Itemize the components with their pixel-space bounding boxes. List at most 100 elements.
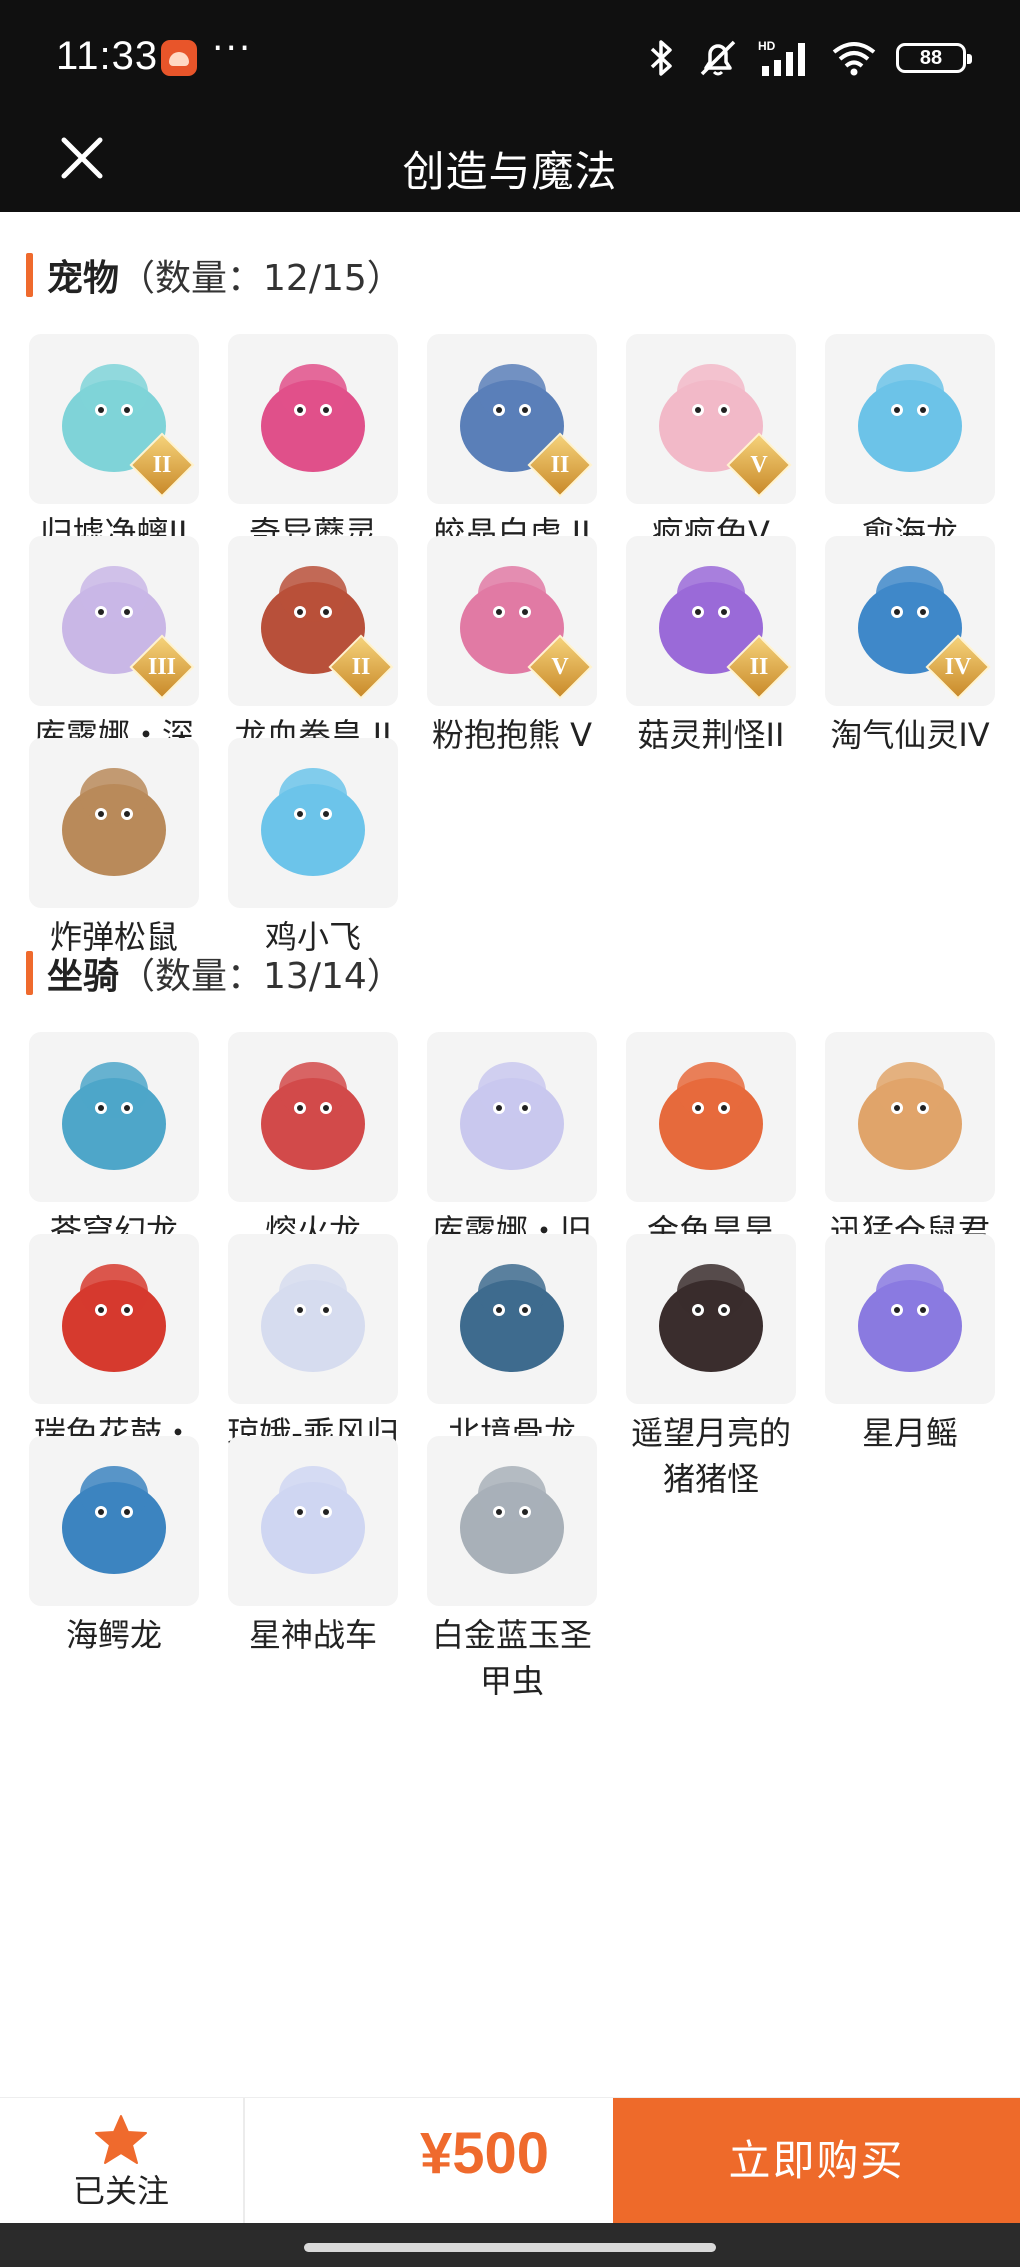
section-accent-bar [26, 253, 33, 297]
grid-item[interactable]: 星神战车 [225, 1436, 401, 1658]
buy-now-button[interactable]: 立即购买 [613, 2098, 1020, 2224]
item-name: 星月鳐 [861, 1414, 958, 1452]
section-header: 坐骑 （数量：13/14） [26, 948, 403, 998]
section-accent-bar [26, 951, 33, 995]
wifi-icon [832, 42, 876, 76]
grid-item[interactable]: 遥望月亮的猪猪怪 [623, 1234, 799, 1502]
status-more-icon: ··· [212, 28, 253, 69]
rank-badge-label: V [750, 452, 768, 478]
rank-badge-label: II [152, 452, 172, 478]
bottom-action-bar: 已关注 ¥500 立即购买 [0, 2097, 1020, 2224]
grid-item[interactable]: V 粉抱抱熊 V [424, 536, 600, 758]
content-scroll-area[interactable]: 宠物 （数量：12/15） II 归墟净螭II 奇异蘑灵 II 皎晶白虎 II V 疯疯兔V 愈海… [0, 212, 1020, 2097]
status-icons: HD 88 [644, 34, 972, 82]
follow-label: 已关注 [72, 2172, 169, 2210]
grid-item[interactable]: 北境骨龙 [424, 1234, 600, 1456]
bottom-divider [243, 2098, 245, 2224]
title-bar: 创造与魔法 [0, 116, 1020, 212]
rank-badge-label: II [550, 452, 570, 478]
item-name: 粉抱抱熊 V [431, 716, 593, 754]
price: ¥500 [420, 2121, 550, 2186]
grid-item[interactable]: II 龙血拳皇 II [225, 536, 401, 758]
grid-item[interactable]: 琼娥-乘风归 [225, 1234, 401, 1456]
grid-item[interactable]: II 皎晶白虎 II [424, 334, 600, 556]
item-thumbnail [626, 1234, 796, 1404]
section-title: 宠物 [47, 258, 120, 299]
item-thumbnail [427, 1032, 597, 1202]
grid-item[interactable]: II 归墟净螭II [26, 334, 202, 556]
item-thumbnail [427, 1436, 597, 1606]
item-thumbnail [228, 1436, 398, 1606]
section-header: 宠物 （数量：12/15） [26, 250, 403, 300]
rank-badge-label: II [351, 654, 371, 680]
creature-image [261, 768, 365, 876]
item-thumbnail [825, 1032, 995, 1202]
item-thumbnail [825, 1234, 995, 1404]
item-thumbnail [825, 334, 995, 504]
item-thumbnail [29, 1436, 199, 1606]
hd-signal-icon: HD [758, 39, 805, 76]
item-thumbnail: II [29, 334, 199, 504]
status-bar: 11:33 ··· HD 88 [0, 0, 1020, 116]
creature-image [858, 1264, 962, 1372]
grid-item[interactable]: II 菇灵荆怪II [623, 536, 799, 758]
creature-image [858, 364, 962, 472]
navigation-bar [0, 2223, 1020, 2267]
creature-image [659, 1264, 763, 1372]
section-count: （数量：13/14） [119, 956, 403, 997]
grid-item[interactable]: V 疯疯兔V [623, 334, 799, 556]
creature-image [62, 1466, 166, 1574]
grid-item[interactable]: 炸弹松鼠 [26, 738, 202, 960]
rank-badge-label: IV [944, 654, 972, 680]
item-thumbnail: III [29, 536, 199, 706]
item-thumbnail: V [626, 334, 796, 504]
creature-image [460, 1264, 564, 1372]
creature-image [261, 1466, 365, 1574]
grid-item[interactable]: 金鱼昊昊 [623, 1032, 799, 1254]
grid-item[interactable]: IV 淘气仙灵IV [822, 536, 998, 758]
creature-image [460, 1062, 564, 1170]
section-count: （数量：12/15） [119, 258, 403, 299]
creature-image [261, 364, 365, 472]
item-name: 遥望月亮的猪猪怪 [630, 1414, 791, 1498]
home-indicator[interactable] [304, 2243, 716, 2252]
svg-text:HD: HD [758, 39, 776, 53]
grid-item[interactable]: 苍穹幻龙 [26, 1032, 202, 1254]
grid-item[interactable]: 白金蓝玉圣甲虫 [424, 1436, 600, 1704]
grid-item[interactable]: 奇异蘑灵 [225, 334, 401, 556]
creature-image [659, 1062, 763, 1170]
creature-image [62, 1264, 166, 1372]
creature-image [62, 1062, 166, 1170]
creature-image [460, 1466, 564, 1574]
item-name: 星神战车 [248, 1616, 377, 1654]
item-thumbnail [228, 1234, 398, 1404]
grid-item[interactable]: 愈海龙 [822, 334, 998, 556]
battery-icon: 88 [896, 43, 972, 73]
grid-item[interactable]: 迅猛仓鼠君 [822, 1032, 998, 1254]
item-thumbnail: II [427, 334, 597, 504]
rank-badge-label: V [551, 654, 569, 680]
follow-button[interactable]: 已关注 [0, 2098, 242, 2224]
item-name: 海鳄龙 [65, 1616, 162, 1654]
item-thumbnail [427, 1234, 597, 1404]
mute-icon [700, 40, 736, 76]
item-name: 白金蓝玉圣甲虫 [431, 1616, 592, 1700]
status-time: 11:33 [56, 34, 159, 78]
page-title: 创造与魔法 [402, 147, 618, 196]
grid-item[interactable]: 鸡小飞 [225, 738, 401, 960]
creature-image [261, 1062, 365, 1170]
item-thumbnail: II [626, 536, 796, 706]
app-notification-icon [161, 40, 197, 76]
item-name: 菇灵荆怪II [637, 716, 785, 754]
grid-item[interactable]: 熔火龙 [225, 1032, 401, 1254]
item-thumbnail [29, 1234, 199, 1404]
grid-item[interactable]: 星月鳐 [822, 1234, 998, 1456]
item-thumbnail [228, 1032, 398, 1202]
item-thumbnail [228, 738, 398, 908]
item-thumbnail: II [228, 536, 398, 706]
creature-image [62, 768, 166, 876]
grid-item[interactable]: 海鳄龙 [26, 1436, 202, 1658]
item-thumbnail [29, 738, 199, 908]
creature-image [858, 1062, 962, 1170]
rank-badge-label: III [147, 654, 177, 680]
